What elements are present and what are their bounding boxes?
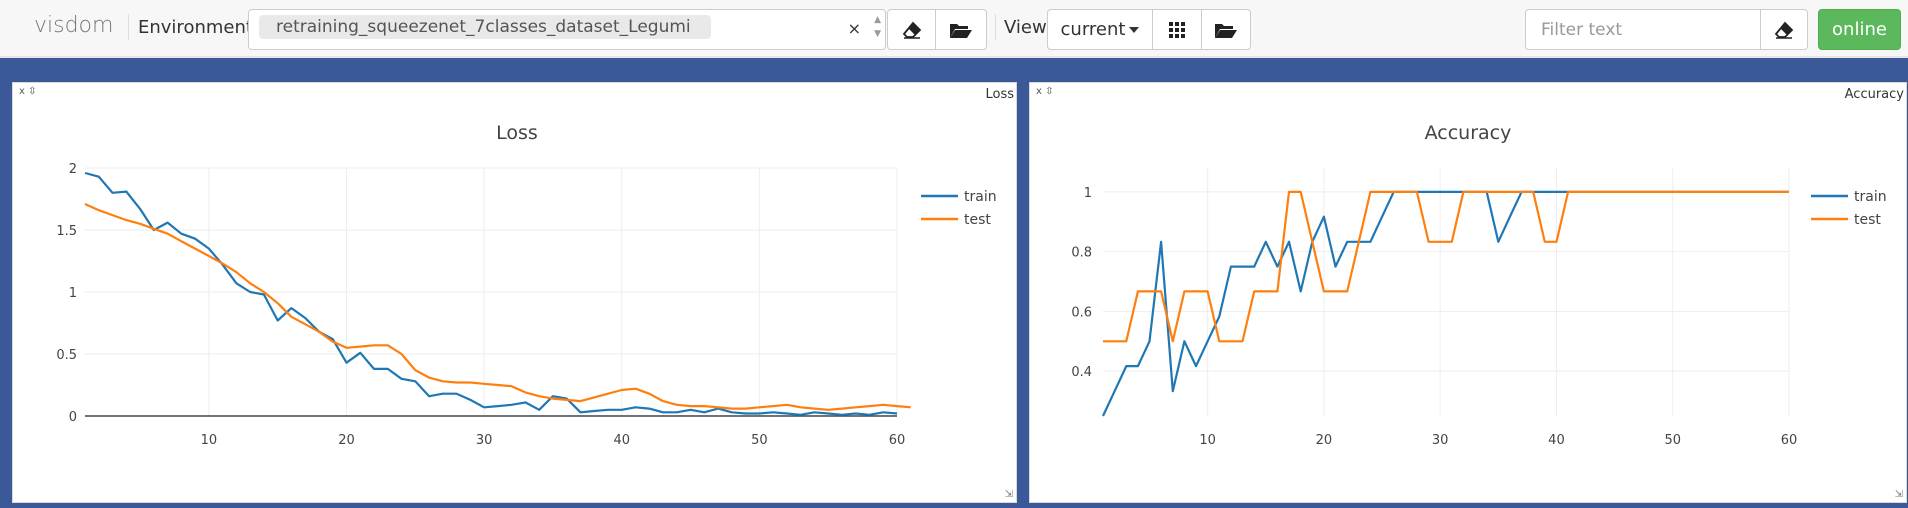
loss-chart: Loss 10 20 30 40 50 60 0 0.5 1 1.5 2 train test bbox=[56, 122, 997, 448]
environment-select[interactable]: retraining_squeezenet_7classes_dataset_L… bbox=[248, 9, 886, 50]
x-tick-label: 10 bbox=[201, 433, 218, 448]
y-tick-label: 1 bbox=[1084, 186, 1092, 201]
manage-environments-button[interactable] bbox=[935, 9, 987, 50]
loss-pane[interactable]: x ⇳ Loss Loss 10 20 30 40 50 60 0 0.5 1 1.5 2 train t… bbox=[12, 82, 1017, 503]
brand-logo: visdom bbox=[34, 13, 114, 38]
top-toolbar: visdom Environment retraining_squeezenet… bbox=[0, 0, 1908, 58]
x-tick-label: 10 bbox=[1199, 433, 1216, 448]
caret-down-icon bbox=[1129, 26, 1140, 33]
legend-label: train bbox=[1854, 189, 1887, 205]
x-tick-label: 60 bbox=[1781, 433, 1798, 448]
clear-filter-button[interactable] bbox=[1760, 9, 1808, 50]
environment-label: Environment bbox=[138, 17, 253, 38]
y-tick-label: 0.5 bbox=[56, 348, 77, 363]
repack-layout-button[interactable] bbox=[1152, 9, 1202, 50]
legend-label: test bbox=[1854, 212, 1881, 228]
grid-icon bbox=[1169, 21, 1185, 38]
x-tick-label: 30 bbox=[1432, 433, 1449, 448]
eraser-icon bbox=[902, 21, 921, 39]
view-select[interactable]: current bbox=[1047, 9, 1153, 50]
x-tick-label: 40 bbox=[1548, 433, 1565, 448]
chart-title: Accuracy bbox=[1425, 122, 1512, 144]
accuracy-chart: Accuracy 10 20 30 40 50 60 0.4 0.6 0.8 1 train test bbox=[1071, 122, 1887, 448]
eraser-icon bbox=[1774, 21, 1794, 39]
manage-views-button[interactable] bbox=[1201, 9, 1251, 50]
x-tick-label: 60 bbox=[889, 433, 906, 448]
filter-input[interactable]: Filter text bbox=[1525, 9, 1761, 50]
connection-status-button[interactable]: online bbox=[1818, 9, 1901, 50]
divider bbox=[128, 14, 129, 40]
chart-title: Loss bbox=[496, 122, 538, 144]
x-tick-label: 30 bbox=[476, 433, 493, 448]
environment-tag[interactable]: retraining_squeezenet_7classes_dataset_L… bbox=[259, 15, 711, 39]
folder-open-icon bbox=[950, 23, 972, 38]
y-tick-label: 0.6 bbox=[1071, 305, 1092, 320]
series-line-test bbox=[1103, 190, 1789, 343]
y-tick-label: 0.8 bbox=[1071, 246, 1092, 261]
y-tick-label: 2 bbox=[69, 162, 77, 177]
resize-handle-icon[interactable]: ⇲ bbox=[1895, 489, 1903, 500]
legend-label: train bbox=[964, 189, 997, 205]
x-tick-label: 50 bbox=[1664, 433, 1681, 448]
y-tick-label: 1 bbox=[69, 286, 77, 301]
divider bbox=[995, 14, 996, 40]
resize-handle-icon[interactable]: ⇲ bbox=[1005, 489, 1013, 500]
select-arrows-icon[interactable]: ▲ ▼ bbox=[874, 13, 881, 41]
series-line-train bbox=[84, 171, 898, 416]
x-tick-label: 40 bbox=[613, 433, 630, 448]
legend-label: test bbox=[964, 212, 991, 228]
view-value: current bbox=[1060, 19, 1126, 40]
view-label: View bbox=[1004, 17, 1047, 38]
x-tick-label: 50 bbox=[751, 433, 768, 448]
x-tick-label: 20 bbox=[1316, 433, 1333, 448]
y-tick-label: 0 bbox=[69, 410, 77, 425]
folder-open-icon bbox=[1215, 23, 1237, 38]
accuracy-pane[interactable]: x ⇳ Accuracy Accuracy 10 20 30 40 50 60 0.4 0.6 0… bbox=[1029, 82, 1907, 503]
y-tick-label: 1.5 bbox=[56, 224, 77, 239]
clear-selection-icon[interactable]: × bbox=[848, 19, 861, 38]
clear-environment-button[interactable] bbox=[887, 9, 936, 50]
series-line-train bbox=[1102, 190, 1789, 417]
x-tick-label: 20 bbox=[338, 433, 355, 448]
y-tick-label: 0.4 bbox=[1071, 365, 1092, 380]
